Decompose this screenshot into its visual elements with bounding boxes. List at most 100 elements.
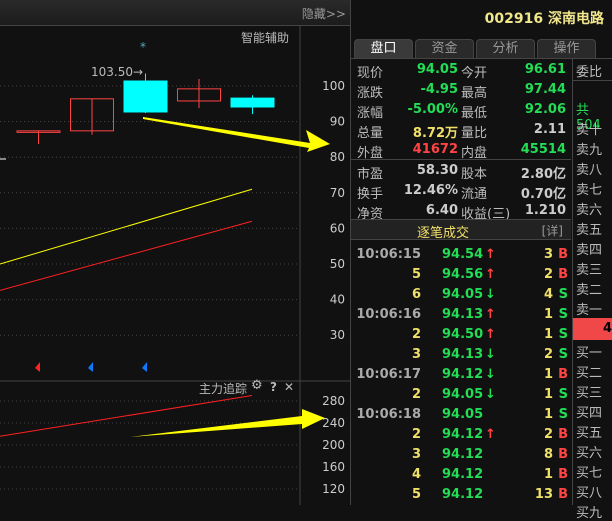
trade-side: B bbox=[558, 487, 568, 502]
field-value: 96.61 bbox=[524, 62, 566, 77]
trade-side: B bbox=[558, 467, 568, 482]
order-ratio-label: 委比 bbox=[576, 65, 603, 80]
trade-time: 5 bbox=[411, 267, 421, 282]
signal-flag-icon bbox=[88, 362, 93, 372]
trade-volume: 8 bbox=[543, 447, 553, 462]
sub-indicator-title: 主力追踪 bbox=[199, 382, 248, 396]
trade-row: 3 94.13 ↓ 2 S bbox=[351, 346, 571, 366]
trade-arrow-icon: ↑ bbox=[485, 247, 496, 262]
field-value: 94.05 bbox=[416, 62, 458, 77]
sell-level-label: 卖四 bbox=[576, 243, 603, 258]
trade-price: 94.13 bbox=[442, 307, 484, 322]
trade-arrow-icon: ↑ bbox=[485, 307, 496, 322]
hide-button[interactable]: 隐藏>> bbox=[302, 5, 346, 22]
field-label: 涨跌 bbox=[357, 86, 384, 101]
field-label: 总量 bbox=[357, 126, 384, 141]
trade-price: 94.12 bbox=[442, 427, 484, 442]
trade-time: 3 bbox=[411, 447, 421, 462]
trade-arrow-icon: ↑ bbox=[485, 327, 496, 342]
sub-tick-label: 120 bbox=[322, 482, 345, 496]
trade-time: 3 bbox=[411, 347, 421, 362]
trade-volume: 1 bbox=[543, 307, 553, 322]
sell-level-label: 卖六 bbox=[576, 203, 603, 218]
buy-level-label: 买二 bbox=[576, 366, 603, 381]
peak-price-label: 103.50→ bbox=[91, 65, 144, 79]
trade-row: 2 94.50 ↑ 1 S bbox=[351, 326, 571, 346]
trade-price: 94.12 bbox=[442, 447, 484, 462]
trade-time: 4 bbox=[411, 467, 421, 482]
buy-level-label: 买四 bbox=[576, 406, 603, 421]
help-icon[interactable]: ? bbox=[270, 380, 277, 394]
trade-volume: 4 bbox=[543, 287, 553, 302]
trade-side: B bbox=[558, 367, 568, 382]
trade-arrow-icon: ↑ bbox=[485, 427, 496, 442]
tab-operation[interactable]: 操作 bbox=[537, 39, 596, 58]
price-tick-label: 60 bbox=[330, 221, 345, 235]
quote-panel: 002916 深南电路 盘口 资金 分析 操作 现价 94.05 今开 96.61 涨跌… bbox=[350, 0, 612, 521]
stock-title: 002916 深南电路 bbox=[484, 11, 604, 27]
quote-row: 净资 6.40 收益(三) 1.210 bbox=[355, 201, 568, 222]
trade-price: 94.12 bbox=[442, 467, 484, 482]
trade-side: S bbox=[558, 287, 568, 302]
trade-arrow-icon: ↓ bbox=[485, 367, 496, 382]
field-label: 换手 bbox=[357, 187, 384, 202]
trade-row: 4 94.12 1 B bbox=[351, 466, 571, 486]
sub-tick-label: 240 bbox=[322, 416, 345, 430]
tick-trades-header[interactable]: 逐笔成交 [详] bbox=[351, 219, 571, 241]
sell-level-label: 卖八 bbox=[576, 163, 603, 178]
field-label: 量比 bbox=[461, 126, 488, 141]
field-value: 12.46% bbox=[403, 183, 458, 198]
field-value: 8.72万 bbox=[412, 126, 458, 141]
ma-line-yellow bbox=[0, 188, 253, 265]
trade-volume: 2 bbox=[543, 427, 553, 442]
chart-toolbar: 隐藏>> bbox=[0, 0, 350, 26]
trade-side: B bbox=[558, 427, 568, 442]
trade-volume: 3 bbox=[543, 247, 553, 262]
annotation-arrow-icon bbox=[143, 117, 330, 152]
buy-level-label: 买六 bbox=[576, 446, 603, 461]
trade-volume: 13 bbox=[534, 487, 553, 502]
close-icon[interactable]: ✕ bbox=[284, 380, 294, 394]
trade-row: 10:06:16 94.13 ↑ 1 S bbox=[351, 306, 571, 326]
trade-time: 6 bbox=[411, 287, 421, 302]
trade-time: 10:06:18 bbox=[356, 407, 421, 422]
field-label: 现价 bbox=[357, 66, 384, 81]
trade-row: 2 94.12 ↑ 2 B bbox=[351, 426, 571, 446]
trade-row: 3 94.12 8 B bbox=[351, 446, 571, 466]
price-tick-label: 100 bbox=[322, 79, 345, 93]
trade-time: 2 bbox=[411, 327, 421, 342]
detail-button[interactable]: [详] bbox=[542, 222, 563, 239]
trade-row: 6 94.05 ↓ 4 S bbox=[351, 286, 571, 306]
field-value: 45514 bbox=[520, 142, 566, 157]
tab-funds[interactable]: 资金 bbox=[415, 39, 474, 58]
field-value: -4.95 bbox=[420, 82, 458, 97]
field-value: 6.40 bbox=[425, 203, 458, 218]
kline-chart[interactable]: 100 90 80 70 60 50 40 30 280 240 200 160 120 bbox=[0, 26, 350, 505]
trade-volume: 1 bbox=[543, 387, 553, 402]
trade-side: S bbox=[558, 387, 568, 402]
trade-time: 10:06:16 bbox=[356, 307, 421, 322]
trade-price: 94.12 bbox=[442, 367, 484, 382]
sub-tick-label: 280 bbox=[322, 394, 345, 408]
field-label: 市盈 bbox=[357, 167, 384, 182]
trade-side: S bbox=[558, 347, 568, 362]
candle-body bbox=[123, 80, 168, 113]
trade-price: 94.13 bbox=[442, 347, 484, 362]
sell-level-label: 卖一 bbox=[576, 303, 603, 318]
trade-volume: 1 bbox=[543, 367, 553, 382]
field-label: 流通 bbox=[461, 187, 488, 202]
smart-assist-button[interactable]: 智能辅助 bbox=[241, 29, 289, 46]
trade-price: 94.56 bbox=[442, 267, 484, 282]
trade-time: 5 bbox=[411, 487, 421, 502]
trade-time: 2 bbox=[411, 387, 421, 402]
tab-analysis[interactable]: 分析 bbox=[476, 39, 535, 58]
trade-price: 94.54 bbox=[442, 247, 484, 262]
tab-handicap[interactable]: 盘口 bbox=[354, 39, 413, 58]
trade-time: 10:06:17 bbox=[356, 367, 421, 382]
field-value: 92.06 bbox=[524, 102, 566, 117]
trade-side: S bbox=[558, 407, 568, 422]
trade-volume: 1 bbox=[543, 467, 553, 482]
trade-row: 10:06:18 94.05 1 S bbox=[351, 406, 571, 426]
signal-flag-icon bbox=[142, 362, 147, 372]
gear-icon[interactable]: ⚙ bbox=[251, 378, 263, 393]
